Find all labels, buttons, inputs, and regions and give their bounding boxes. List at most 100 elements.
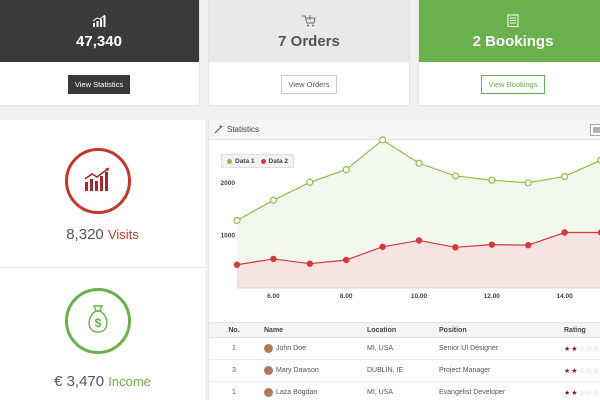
cell-name: John Doe xyxy=(264,338,306,359)
cell-name: Mary Dawson xyxy=(264,360,319,381)
x-tick-label: 12.00 xyxy=(484,293,501,300)
col-header-position[interactable]: Position xyxy=(439,323,467,337)
view-bookings-button[interactable]: View Bookings xyxy=(481,74,545,94)
legend-swatch xyxy=(260,158,266,164)
cell-location: MI, USA xyxy=(367,389,394,396)
visits-label: Visits xyxy=(107,227,139,242)
person-name: Mary Dawson xyxy=(276,367,319,374)
view-statistics-button[interactable]: View Statistics xyxy=(67,74,131,94)
cell-no: 1 xyxy=(232,389,236,396)
x-tick-label: 6.00 xyxy=(267,293,280,300)
star-icon: ☆ xyxy=(585,345,593,353)
visits-number: 8,320 xyxy=(66,226,104,243)
star-icon: ☆ xyxy=(578,389,585,397)
income-ring: $ xyxy=(65,288,131,354)
legend-label: Data 1 xyxy=(235,157,255,165)
x-tick-label: 8.00 xyxy=(340,293,353,300)
legend-swatch xyxy=(227,158,232,164)
view-orders-button[interactable]: View Orders xyxy=(281,74,337,94)
card-header: 47,340 xyxy=(0,0,199,62)
table-row[interactable]: 1 Laza Bogdan MI, USA Evangelist Developer ★… xyxy=(209,382,600,400)
legend-label: Data 2 xyxy=(268,157,289,165)
visits-block: 8,320 Visits xyxy=(0,120,205,268)
legend-item-data2[interactable]: Data 2 xyxy=(260,157,289,165)
data-point xyxy=(233,216,241,224)
visits-stat: 8,320 Visits xyxy=(0,226,205,243)
table-row[interactable]: 3 Mary Dawson DUBLIN, IE Project Manager ★ ★ ☆… xyxy=(209,360,600,382)
cell-no: 3 xyxy=(232,367,236,374)
data-point xyxy=(306,260,313,267)
cart-icon xyxy=(302,13,316,29)
star-icon: ★ xyxy=(571,389,578,397)
y-tick-label: 1000 xyxy=(221,233,236,240)
cell-rating: ★ ★ ☆ ☆ ☆ xyxy=(564,360,600,381)
col-header-rating[interactable]: Rating xyxy=(564,323,586,337)
statistics-panel: Statistics 1000 2000 6.00 8.00 10.00 12.00 14.… xyxy=(208,120,600,322)
legend-item-data1[interactable]: Data 1 xyxy=(227,158,255,165)
data-point xyxy=(488,241,495,248)
star-icon: ☆ xyxy=(578,367,585,375)
star-icon: ★ xyxy=(564,367,571,375)
stat-card-orders: 7 Orders View Orders xyxy=(208,0,410,106)
star-icon: ★ xyxy=(571,345,578,353)
chart-legend: Data 1 Data 2 xyxy=(221,154,295,168)
card-header: 7 Orders xyxy=(209,0,409,62)
cell-location: MI, USA xyxy=(367,345,394,352)
card-value: 47,340 xyxy=(76,32,122,50)
star-icon: ☆ xyxy=(585,367,593,375)
data-point xyxy=(525,241,532,249)
avatar xyxy=(264,388,273,397)
star-icon: ☆ xyxy=(578,345,585,353)
avatar xyxy=(264,344,273,353)
stat-card-bookings: 2 Bookings View Bookings xyxy=(418,0,600,106)
x-tick-label: 10.00 xyxy=(411,293,428,300)
data-point xyxy=(488,176,496,184)
star-icon: ★ xyxy=(564,389,571,397)
money-bag-icon: $ xyxy=(85,304,111,339)
data-point xyxy=(270,255,277,263)
table-body: 1 John Doe MI, USA Senior UI Designer ★ ★ ☆ ☆ ☆ 3… xyxy=(209,338,600,400)
col-header-no[interactable]: No. xyxy=(209,323,259,337)
table-row[interactable]: 1 John Doe MI, USA Senior UI Designer ★ ★ ☆ ☆ ☆ xyxy=(209,338,600,360)
star-icon: ★ xyxy=(571,367,578,375)
data-point xyxy=(306,178,314,186)
col-header-location[interactable]: Location xyxy=(367,323,396,337)
card-value: 2 Bookings xyxy=(472,32,554,50)
income-block: $ € 3,470 Income xyxy=(0,268,205,400)
cell-position: Project Manager xyxy=(439,367,491,374)
avatar xyxy=(264,366,273,375)
cell-name: Laza Bogdan xyxy=(264,382,317,400)
data-point xyxy=(342,165,350,174)
cell-position: Evangelist Developer xyxy=(439,389,506,396)
star-icon: ★ xyxy=(564,345,571,353)
data-point xyxy=(452,244,459,251)
data-point xyxy=(233,261,241,268)
statistics-chart: 1000 2000 6.00 8.00 10.00 12.00 14.00 xyxy=(221,136,600,300)
person-name: John Doe xyxy=(276,345,306,352)
stat-card-statistics: 47,340 View Statistics xyxy=(0,0,200,106)
table-header: No. Name Location Position Rating xyxy=(209,322,600,338)
data-point xyxy=(343,256,350,264)
bar-chart-icon xyxy=(92,13,106,29)
y-tick-label: 2000 xyxy=(221,180,236,187)
income-number: € 3,470 xyxy=(54,373,105,390)
income-stat: € 3,470 Income xyxy=(0,373,205,390)
card-header: 2 Bookings xyxy=(419,0,600,62)
trend-chart-icon xyxy=(83,166,113,197)
star-icon: ☆ xyxy=(593,367,600,375)
svg-text:$: $ xyxy=(95,316,102,330)
clipboard-icon xyxy=(507,13,519,29)
data-point xyxy=(415,159,423,167)
data-point xyxy=(379,136,387,144)
data-point xyxy=(561,229,568,236)
person-name: Laza Bogdan xyxy=(276,389,318,396)
data-point xyxy=(451,172,459,180)
col-header-name[interactable]: Name xyxy=(264,323,283,337)
income-label: Income xyxy=(108,374,151,389)
visits-ring xyxy=(65,148,131,214)
data-point xyxy=(561,172,569,181)
star-icon: ☆ xyxy=(593,345,600,353)
cell-position: Senior UI Designer xyxy=(439,345,499,352)
data-point xyxy=(269,196,278,204)
star-icon: ☆ xyxy=(593,389,600,397)
